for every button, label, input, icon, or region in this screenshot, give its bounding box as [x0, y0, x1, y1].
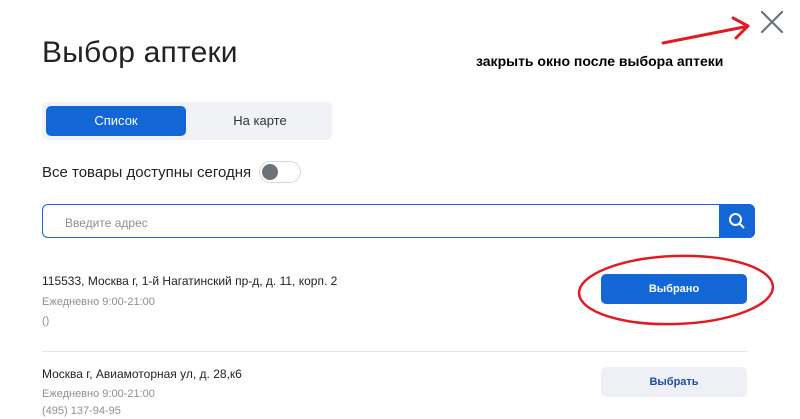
pharmacy-address: 115533, Москва г, 1-й Нагатинский пр-д, …	[42, 274, 338, 288]
available-today-label: Все товары доступны сегодня	[42, 164, 252, 181]
annotation-text: закрыть окно после выбора аптеки	[476, 53, 724, 69]
page-title: Выбор аптеки	[42, 36, 238, 69]
address-search-input[interactable]	[63, 212, 707, 234]
pharmacy-phone: (495) 137-94-95	[42, 405, 121, 417]
pharmacy-hours: Ежедневно 9:00-21:00	[42, 388, 155, 400]
tab-map[interactable]: На карте	[192, 106, 328, 136]
pharmacy-address: Москва г, Авиамоторная ул, д. 28,к6	[42, 367, 242, 381]
search-icon	[729, 213, 745, 229]
view-tabs: Список На карте	[42, 102, 332, 140]
select-button[interactable]: Выбрать	[601, 367, 747, 397]
list-divider	[42, 351, 747, 352]
address-search	[42, 204, 755, 238]
pharmacy-phone: ()	[42, 315, 50, 327]
search-button[interactable]	[719, 204, 755, 238]
available-today-toggle[interactable]	[259, 161, 301, 183]
toggle-knob	[262, 164, 278, 180]
pharmacy-hours: Ежедневно 9:00-21:00	[42, 296, 155, 308]
close-icon[interactable]	[758, 8, 786, 36]
selected-button[interactable]: Выбрано	[601, 274, 747, 304]
tab-list[interactable]: Список	[46, 106, 186, 136]
